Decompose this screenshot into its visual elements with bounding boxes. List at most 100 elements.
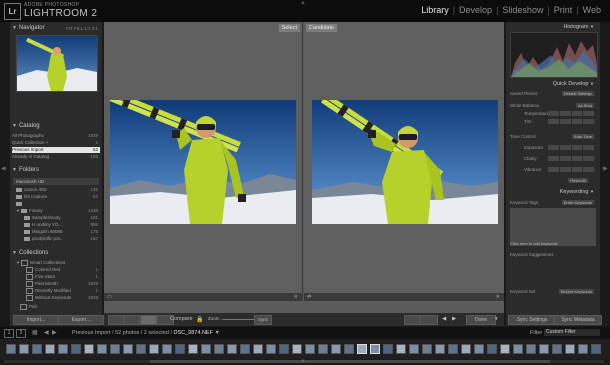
back-arrow-icon[interactable]: ◀ (44, 329, 49, 336)
navigator-preview[interactable] (16, 35, 98, 92)
white-balance-row[interactable]: White Balance As Shot (510, 102, 596, 109)
collections-header[interactable]: ▼ Collections (12, 249, 100, 258)
module-library[interactable]: Library (418, 5, 452, 15)
filmstrip-thumbnail[interactable] (461, 344, 471, 354)
keyword-set-row[interactable]: Keyword Set Recent Keywords (510, 288, 596, 295)
filmstrip-thumbnail[interactable] (175, 344, 185, 354)
select-pane[interactable]: Select ▭ ✕ (104, 22, 303, 301)
filmstrip-thumbnail[interactable] (552, 344, 562, 354)
filmstrip-thumbnail[interactable] (591, 344, 601, 354)
filmstrip-thumbnail[interactable] (578, 344, 588, 354)
folder-item[interactable]: D3 Capture 52 (12, 194, 100, 200)
catalog-item[interactable]: Quick Collection + 1 (12, 140, 100, 146)
filmstrip-thumbnail[interactable] (188, 344, 198, 354)
saved-preset-select[interactable]: Default Settings (561, 91, 594, 96)
filmstrip-thumbnail[interactable] (279, 344, 289, 354)
filmstrip-thumbnail[interactable] (383, 344, 393, 354)
filmstrip-thumbnail[interactable] (357, 344, 367, 354)
vibrance-row[interactable]: Vibrance (510, 166, 596, 173)
swap-icon[interactable]: ⇄ (307, 293, 311, 301)
grid-icon[interactable]: ▦ (32, 329, 38, 336)
collection-item[interactable]: Without Keywords 1929 (12, 295, 100, 301)
keyword-tags-select[interactable]: Enter Keywords (561, 200, 594, 205)
collapse-right-icon[interactable]: ▶ (603, 165, 608, 172)
collapse-left-icon[interactable]: ◀ (1, 165, 6, 172)
filmstrip-thumbnail[interactable] (97, 344, 107, 354)
exposure-row[interactable]: Exposure (510, 144, 596, 151)
filmstrip-thumbnail[interactable] (487, 344, 497, 354)
catalog-item[interactable]: All Photographs 1929 (12, 133, 100, 139)
sync-button[interactable]: Sync (254, 315, 273, 325)
sync-settings-button[interactable]: Sync Settings (508, 315, 556, 325)
filmstrip-thumbnail[interactable] (292, 344, 302, 354)
navigator-header[interactable]: ▼ Navigator FIT FILL 1:1 3:1 (12, 24, 100, 33)
collapse-top-icon[interactable]: ▲ (300, 0, 306, 6)
temperature-row[interactable]: Temperature (510, 110, 596, 117)
forward-arrow-icon[interactable]: ▶ (52, 329, 57, 336)
filmstrip-thumbnail[interactable] (214, 344, 224, 354)
filmstrip-thumbnail[interactable] (45, 344, 55, 354)
filmstrip-thumbnail[interactable] (227, 344, 237, 354)
filmstrip-thumbnail[interactable] (201, 344, 211, 354)
folders-header[interactable]: ▼ Folders (12, 166, 100, 175)
filmstrip-thumbnail[interactable] (110, 344, 120, 354)
candidate-photo[interactable] (312, 100, 498, 224)
catalog-item-selected[interactable]: Previous Import 52 (12, 147, 100, 153)
link-focus-icon[interactable]: 🔒 (196, 316, 203, 323)
collection-item[interactable]: Five Stars 1 (12, 274, 100, 280)
zoom-slider[interactable] (222, 319, 254, 320)
page-1-button[interactable]: 1 (4, 329, 14, 338)
filmstrip-thumbnail[interactable] (305, 344, 315, 354)
filmstrip-thumbnail[interactable] (123, 344, 133, 354)
module-slideshow[interactable]: Slideshow (499, 5, 546, 15)
filmstrip-thumbnail[interactable] (6, 344, 16, 354)
catalog-header[interactable]: ▼ Catalog (12, 122, 100, 131)
collection-item[interactable]: Past Month 1929 (12, 281, 100, 287)
close-icon[interactable]: ✕ (294, 293, 298, 301)
filmstrip-thumbnail[interactable] (513, 344, 523, 354)
temperature-buttons[interactable] (548, 111, 594, 116)
module-web[interactable]: Web (580, 5, 604, 15)
filmstrip-thumbnail[interactable] (32, 344, 42, 354)
previous-arrow-icon[interactable]: ◀ (442, 316, 446, 322)
filmstrip-thumbnail[interactable] (331, 344, 341, 354)
keyword-set-select[interactable]: Recent Keywords (558, 289, 594, 294)
filmstrip-scroll-thumb[interactable] (150, 360, 550, 363)
module-print[interactable]: Print (551, 5, 576, 15)
filmstrip-thumbnail[interactable] (84, 344, 94, 354)
tone-control-row[interactable]: Tone Control Auto Tone (510, 133, 596, 140)
folder-item[interactable]: Mingolin 60066 175 (12, 229, 100, 235)
chevron-down-icon[interactable]: ▼ (214, 330, 219, 336)
filmstrip-thumbnail[interactable] (448, 344, 458, 354)
filmstrip-thumbnail[interactable] (71, 344, 81, 354)
filmstrip-thumbnail[interactable] (240, 344, 250, 354)
filmstrip-thumbnail[interactable] (500, 344, 510, 354)
filmstrip-thumbnail[interactable] (539, 344, 549, 354)
vibrance-buttons[interactable] (548, 167, 594, 172)
filmstrip-thumbnail[interactable] (58, 344, 68, 354)
keywording-header[interactable]: Keywording ▼ (506, 188, 600, 196)
histogram-header[interactable]: Histogram ▼ (506, 23, 600, 31)
done-button[interactable]: Done (466, 315, 496, 325)
filmstrip-thumbnail[interactable] (396, 344, 406, 354)
import-button[interactable]: Import... (13, 315, 59, 325)
clarity-buttons[interactable] (548, 156, 594, 161)
filmstrip-thumbnail[interactable] (435, 344, 445, 354)
folder-item[interactable]: H undilny YO... 896 (12, 222, 100, 228)
catalog-item[interactable]: Already In Catalog 105 (12, 154, 100, 160)
page-2-button[interactable]: 2 (16, 329, 26, 338)
quick-develop-header[interactable]: Quick Develop ▼ (506, 80, 600, 88)
collection-item[interactable]: Colored Red 1 (12, 267, 100, 273)
clarity-row[interactable]: Clarity (510, 155, 596, 162)
collection-item[interactable]: Recently Modified 1 (12, 288, 100, 294)
filmstrip-thumbnail[interactable] (344, 344, 354, 354)
module-develop[interactable]: Develop (456, 5, 495, 15)
filmstrip-thumbnail[interactable] (266, 344, 276, 354)
collection-item[interactable]: Pick (12, 304, 100, 310)
drive-bar[interactable]: Macintosh HD (13, 178, 99, 185)
reset-all-button[interactable]: Reset All (568, 178, 588, 183)
saved-preset-row[interactable]: Saved Preset Default Settings (510, 90, 596, 97)
close-icon[interactable]: ✕ (496, 293, 500, 301)
folder-item[interactable]: ▼ Fotosy 1438 (12, 208, 100, 214)
smart-collections-group[interactable]: ▼ Smart Collections (12, 260, 100, 266)
